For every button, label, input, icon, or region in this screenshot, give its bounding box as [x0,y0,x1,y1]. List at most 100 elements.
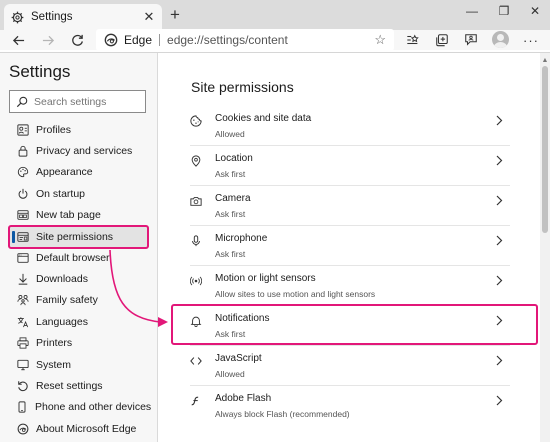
profile-icon [16,124,29,137]
sidebar-item-label: Appearance [36,166,93,178]
permission-subtitle: Ask first [215,209,246,219]
family-icon [16,294,29,307]
permission-title: Adobe Flash [215,393,272,404]
chevron-right-icon [494,153,504,167]
highlight-box-site-permissions [8,225,149,249]
permission-subtitle: Allowed [215,129,245,139]
location-icon [190,155,202,167]
sidebar-item-label: Profiles [36,124,72,136]
back-button[interactable] [8,30,28,50]
search-input[interactable] [34,95,134,108]
chevron-right-icon [494,273,504,287]
sidebar-item-profiles[interactable]: Profiles [9,120,149,140]
sidebar-title: Settings [9,62,71,81]
back-arrow-icon [12,35,24,45]
tab-title: Settings [31,11,73,23]
new-tab-button[interactable]: + [166,5,184,24]
sidebar-item-label: Default browser [36,252,110,264]
edge-icon [16,423,29,436]
sidebar-item-label: On startup [36,188,86,200]
sidebar-item-label: About Microsoft Edge [36,423,137,435]
permission-subtitle: Allow sites to use motion and light sens… [215,289,376,299]
reset-icon [16,380,29,393]
scroll-up-arrow-icon[interactable]: ▲ [540,55,550,65]
lock-icon [16,145,29,158]
more-menu-icon[interactable]: ··· [522,31,540,49]
sidebar-item-appearance[interactable]: Appearance [9,162,149,182]
appearance-icon [16,166,29,179]
collections-icon[interactable] [433,31,451,49]
permission-subtitle: Allowed [215,369,245,379]
permission-location[interactable]: Location Ask first [190,149,510,189]
search-box[interactable] [9,90,146,113]
sidebar-item-label: Printers [36,337,73,349]
sensor-icon [190,275,202,287]
sidebar-item-label: System [36,359,72,371]
phone-icon [16,401,28,414]
sidebar-item-phone-devices[interactable]: Phone and other devices [9,397,152,417]
row-divider [190,185,510,186]
forward-button[interactable] [38,30,58,50]
sidebar-item-label: Languages [36,316,88,328]
permission-cookies[interactable]: Cookies and site data Allowed [190,109,510,149]
forward-arrow-icon [42,35,54,45]
close-window-button[interactable]: ✕ [520,0,550,22]
profile-avatar[interactable] [492,31,509,48]
permission-javascript[interactable]: JavaScript Allowed [190,349,510,389]
address-brand: Edge [124,33,153,47]
chevron-right-icon [494,233,504,247]
gear-icon [10,10,24,24]
address-bar[interactable]: Edge edge://settings/content ☆ [96,29,394,51]
sidebar-item-label: Reset settings [36,380,103,392]
permission-title: Microphone [215,233,268,244]
cookie-icon [190,115,202,127]
sidebar-item-reset-settings[interactable]: Reset settings [9,376,149,396]
permission-subtitle: Ask first [215,169,246,179]
languages-icon [16,316,29,329]
tab-close-button[interactable]: ✕ [142,9,156,24]
permission-motion-sensors[interactable]: Motion or light sensors Allow sites to u… [190,269,510,309]
permission-title: JavaScript [215,353,262,364]
sidebar-item-label: Phone and other devices [35,401,152,413]
minimize-button[interactable]: — [457,0,487,22]
permission-title: Cookies and site data [215,113,312,124]
permission-microphone[interactable]: Microphone Ask first [190,229,510,269]
camera-icon [190,195,202,207]
permission-title: Camera [215,193,251,204]
favorite-star-icon[interactable]: ☆ [374,32,386,48]
tab-settings[interactable]: Settings ✕ [4,4,162,30]
chevron-right-icon [494,353,504,367]
browser-icon [16,252,29,265]
chevron-right-icon [494,113,504,127]
sidebar-item-family-safety[interactable]: Family safety [9,290,149,310]
power-icon [16,188,29,201]
sidebar-divider [157,53,158,442]
sidebar-item-label: Privacy and services [36,145,133,157]
sidebar-item-default-browser[interactable]: Default browser [9,248,149,268]
sidebar-item-about-edge[interactable]: About Microsoft Edge [9,419,149,439]
permission-subtitle: Always block Flash (recommended) [215,409,350,419]
row-divider [190,145,510,146]
new-tab-icon [16,209,29,222]
permission-camera[interactable]: Camera Ask first [190,189,510,229]
javascript-icon [190,355,202,367]
permission-adobe-flash[interactable]: Adobe Flash Always block Flash (recommen… [190,389,510,429]
refresh-button[interactable] [67,30,87,50]
sidebar-item-on-startup[interactable]: On startup [9,184,149,204]
address-url[interactable]: edge://settings/content [167,33,374,47]
sidebar-item-languages[interactable]: Languages [9,312,149,332]
highlight-box-notifications [171,304,538,345]
favorites-icon[interactable] [404,31,422,49]
scrollbar-thumb[interactable] [542,66,548,233]
permission-title: Location [215,153,253,164]
feedback-icon[interactable] [462,31,480,49]
sidebar-item-privacy[interactable]: Privacy and services [9,141,149,161]
sidebar-item-new-tab-page[interactable]: New tab page [9,205,149,225]
restore-button[interactable]: ❐ [489,0,519,22]
sidebar-item-label: Family safety [36,294,98,306]
row-divider [190,225,510,226]
page-title: Site permissions [191,79,294,95]
sidebar-item-printers[interactable]: Printers [9,333,149,353]
sidebar-item-downloads[interactable]: Downloads [9,269,149,289]
sidebar-item-system[interactable]: System [9,355,149,375]
